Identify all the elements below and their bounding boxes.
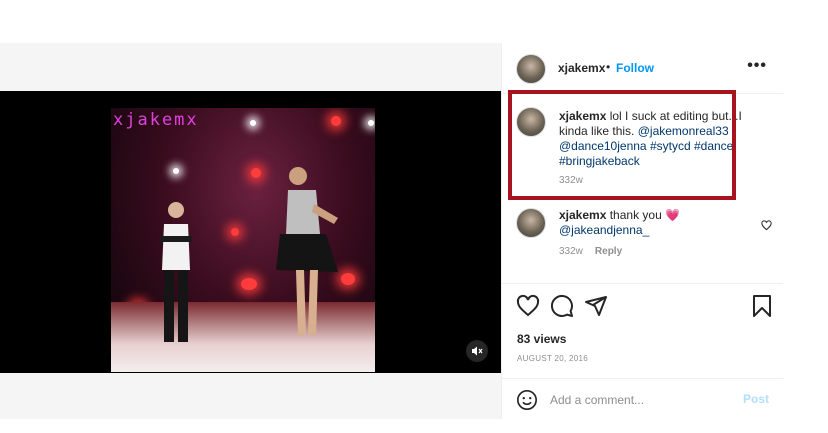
view-count[interactable]: 83 views bbox=[517, 332, 566, 346]
post-date: AUGUST 20, 2016 bbox=[517, 354, 589, 363]
emoji-icon[interactable] bbox=[516, 389, 538, 411]
mute-button[interactable] bbox=[466, 340, 488, 362]
reply-button[interactable]: Reply bbox=[595, 246, 622, 257]
comment-text-block: xjakemx thank you 💗 @jakeandjenna_ bbox=[559, 208, 759, 238]
caption-highlight-box bbox=[508, 90, 736, 200]
stage-light bbox=[250, 120, 256, 126]
stage-light bbox=[231, 228, 239, 236]
mute-icon bbox=[472, 346, 483, 356]
video-player[interactable]: xjakemx bbox=[0, 91, 501, 373]
stage-light bbox=[331, 116, 341, 126]
stage-light bbox=[173, 168, 179, 174]
stage-light bbox=[251, 168, 261, 178]
avatar[interactable] bbox=[516, 208, 546, 238]
comment-meta: 332w Reply bbox=[559, 246, 622, 257]
comment-text: thank you bbox=[609, 208, 662, 222]
dancer-boy bbox=[160, 202, 192, 342]
comment-item: xjakemx thank you 💗 @jakeandjenna_ 332w R… bbox=[502, 206, 783, 266]
stage-light bbox=[368, 120, 374, 126]
bookmark-icon[interactable] bbox=[750, 294, 774, 318]
share-icon[interactable] bbox=[584, 294, 608, 318]
more-options-icon[interactable]: ••• bbox=[747, 57, 767, 75]
header-username[interactable]: xjakemx bbox=[558, 61, 605, 75]
video-watermark: xjakemx bbox=[113, 110, 199, 130]
comment-username[interactable]: xjakemx bbox=[559, 208, 606, 222]
stage-light bbox=[241, 278, 257, 290]
add-comment-bar: Post bbox=[502, 378, 783, 420]
post-comment-button[interactable]: Post bbox=[743, 392, 769, 406]
header-separator: • bbox=[606, 60, 611, 74]
dancer-girl bbox=[276, 167, 338, 336]
comment-input[interactable] bbox=[548, 389, 732, 411]
heart-icon[interactable] bbox=[516, 294, 540, 318]
media-column: xjakemx bbox=[0, 43, 501, 419]
small-heart-icon[interactable] bbox=[761, 220, 772, 231]
avatar[interactable] bbox=[516, 54, 546, 84]
comment-mention[interactable]: @jakeandjenna_ bbox=[559, 223, 649, 237]
action-bar: 83 views AUGUST 20, 2016 bbox=[502, 283, 783, 384]
heart-emoji: 💗 bbox=[665, 208, 681, 222]
comment-icon[interactable] bbox=[550, 294, 574, 318]
comment-time[interactable]: 332w bbox=[559, 246, 583, 257]
follow-button[interactable]: Follow bbox=[616, 61, 654, 75]
post-header: xjakemx • Follow ••• bbox=[502, 43, 783, 94]
video-frame: xjakemx bbox=[111, 108, 375, 372]
